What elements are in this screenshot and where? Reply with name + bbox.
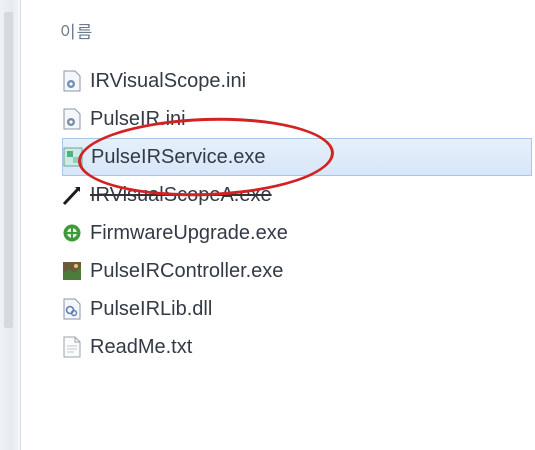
file-name: PulseIRService.exe: [91, 145, 266, 168]
file-list-panel: 이름 IRVisualScope.ini PulseIR.ini PulseIR…: [20, 0, 535, 450]
file-row-irvisualscope-ini[interactable]: IRVisualScope.ini: [62, 62, 532, 100]
file-name: PulseIRLib.dll: [90, 297, 213, 320]
name-column-header[interactable]: 이름: [60, 18, 93, 43]
file-name: IRVisualScopeA.exe: [90, 183, 272, 206]
navigation-pane-scrollbar[interactable]: [0, 0, 21, 450]
text-file-icon: [62, 336, 82, 358]
file-row-pulseir-ini[interactable]: PulseIR.ini: [62, 100, 532, 138]
green-gear-icon: [62, 222, 82, 244]
file-list: IRVisualScope.ini PulseIR.ini PulseIRSer…: [62, 62, 532, 366]
file-row-pulseircontroller-exe[interactable]: PulseIRController.exe: [62, 252, 532, 290]
scrollbar-thumb[interactable]: [4, 12, 13, 328]
settings-file-icon: [62, 108, 82, 130]
file-name: IRVisualScope.ini: [90, 69, 247, 92]
file-name: PulseIRController.exe: [90, 259, 284, 282]
file-name: PulseIR.ini: [90, 107, 186, 130]
dll-file-icon: [62, 298, 82, 320]
file-name: ReadMe.txt: [90, 335, 193, 358]
file-row-readme-txt[interactable]: ReadMe.txt: [62, 328, 532, 366]
controller-app-icon: [62, 260, 82, 282]
file-row-pulseirservice-exe[interactable]: PulseIRService.exe: [62, 138, 532, 176]
pen-arrow-icon: [62, 184, 82, 206]
file-row-pulseirlib-dll[interactable]: PulseIRLib.dll: [62, 290, 532, 328]
file-name: FirmwareUpgrade.exe: [90, 221, 288, 244]
file-row-firmwareupgrade-exe[interactable]: FirmwareUpgrade.exe: [62, 214, 532, 252]
file-row-irvisualscopea-exe[interactable]: IRVisualScopeA.exe: [62, 176, 532, 214]
service-exe-icon: [63, 146, 83, 168]
settings-file-icon: [62, 70, 82, 92]
